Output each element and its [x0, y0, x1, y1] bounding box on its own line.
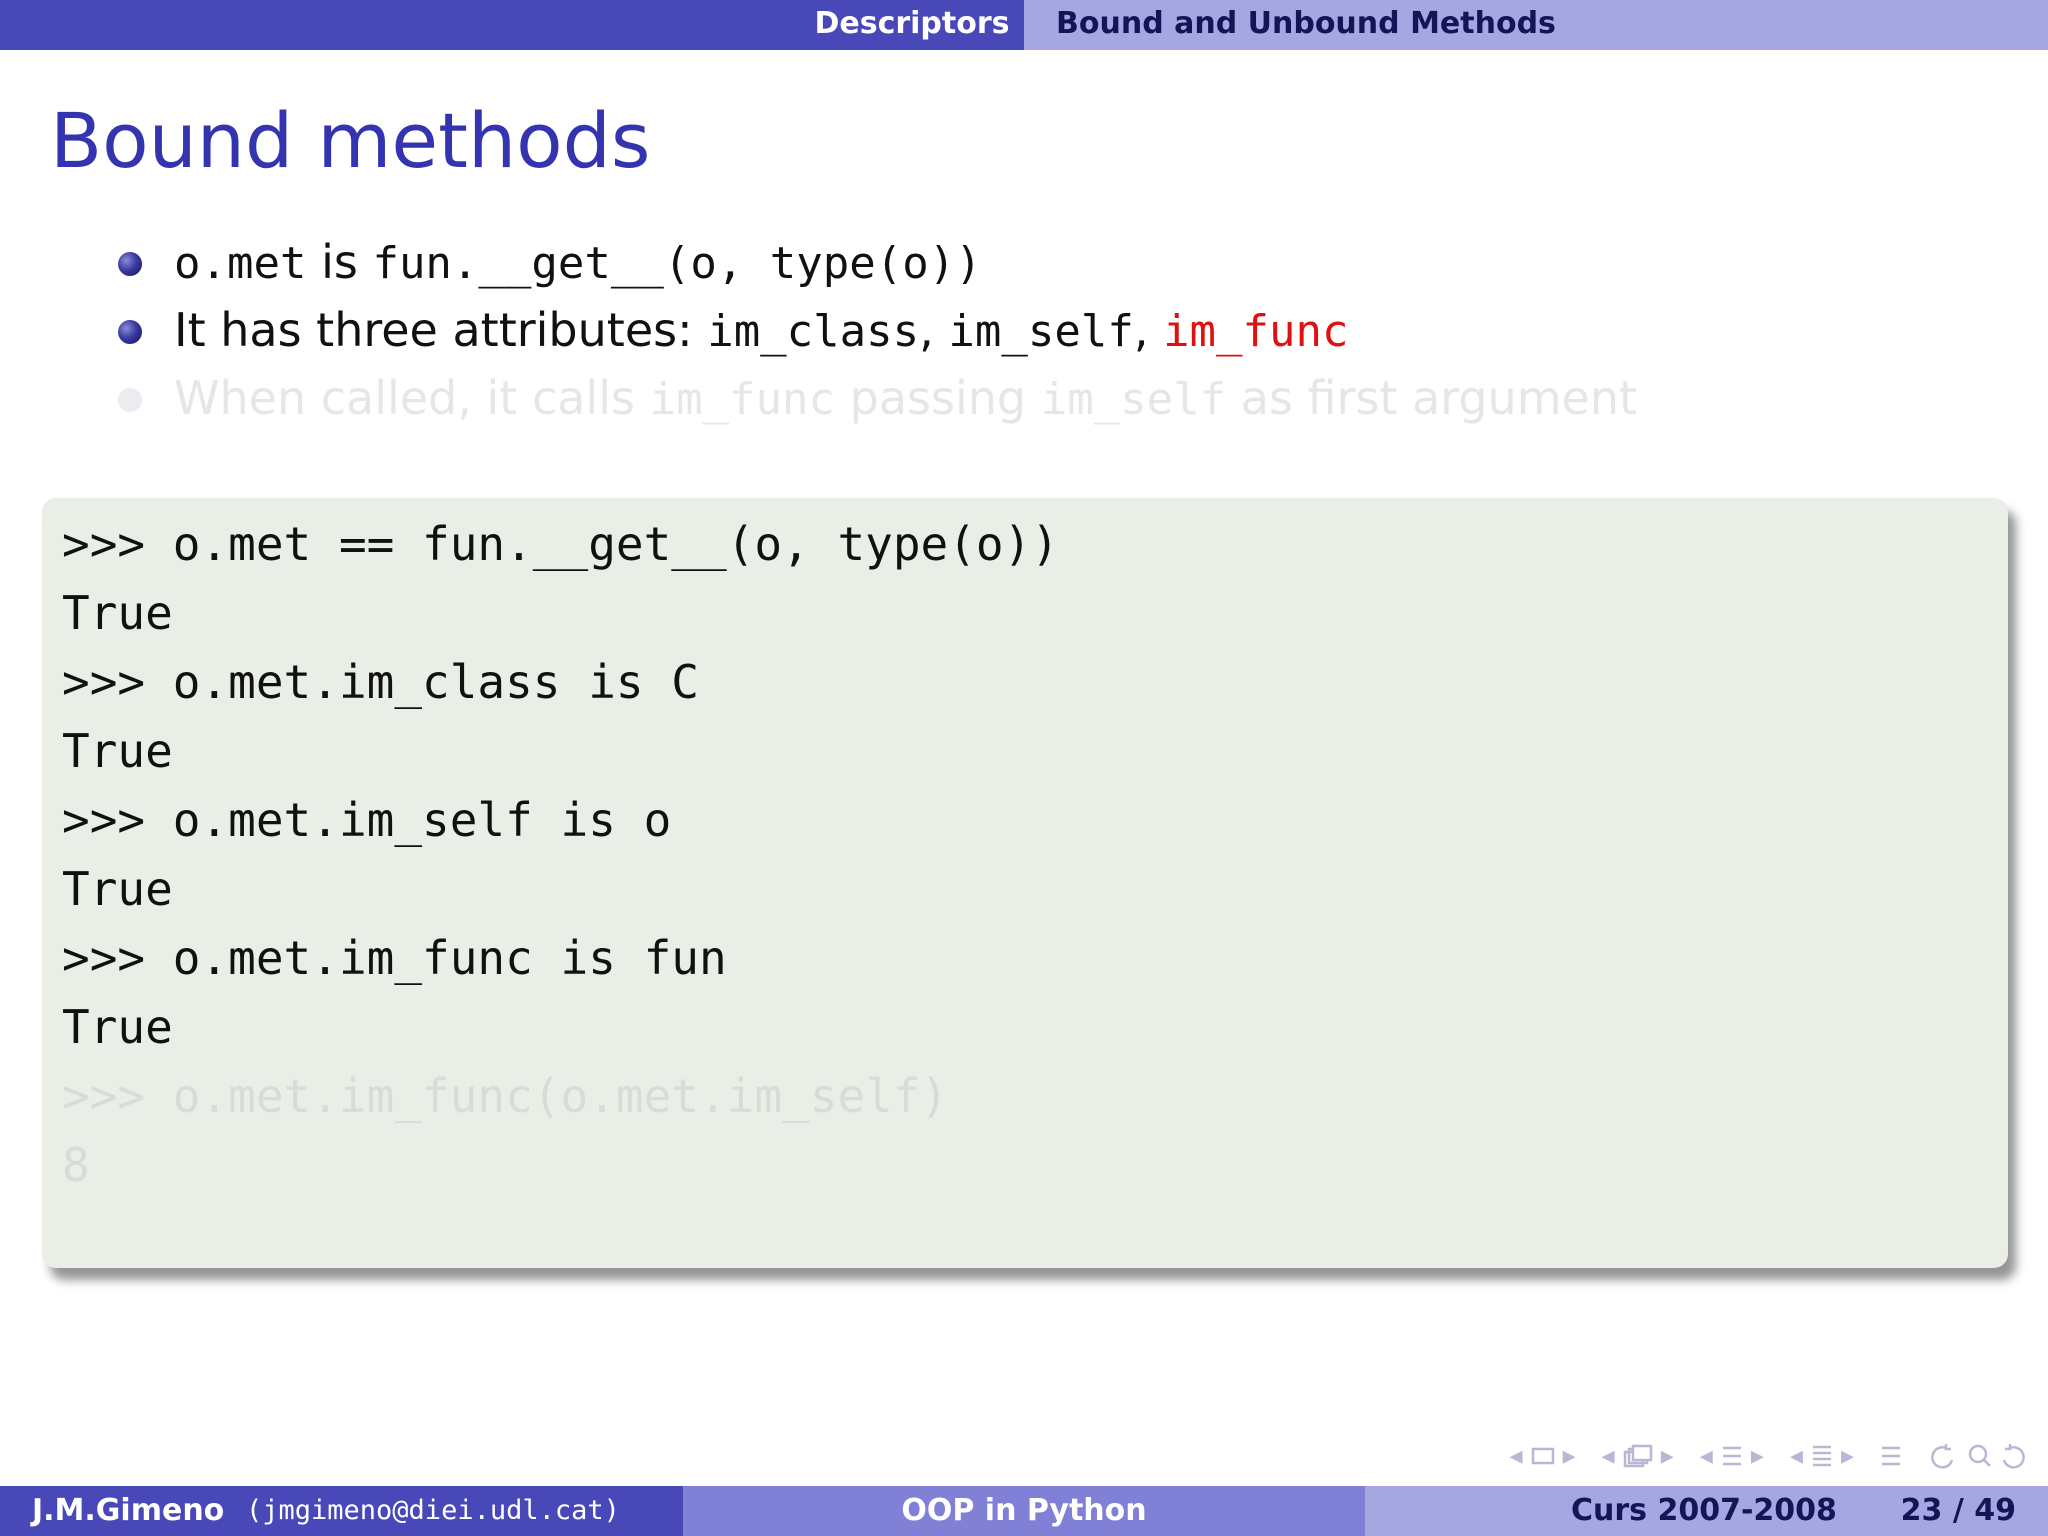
code-line: >>> o.met == fun.__get__(o, type(o)): [62, 517, 1059, 571]
bullet-text: When called, it calls im_func passing im…: [174, 371, 1638, 425]
code-line: >>> o.met.im_class is C: [62, 655, 699, 709]
code-line: >>> o.met.im_func is fun: [62, 931, 727, 985]
footer-page-number: 23 / 49: [1900, 1493, 2016, 1528]
footer-title: OOP in Python: [683, 1486, 1365, 1536]
nav-subsection-bound-unbound[interactable]: Bound and Unbound Methods: [1056, 0, 1556, 50]
outline-icon[interactable]: [1880, 1444, 1902, 1468]
code-lines: >>> o.met == fun.__get__(o, type(o)) Tru…: [62, 514, 1059, 1204]
bullet-text: It has three attributes: im_class, im_se…: [174, 303, 1349, 357]
nav-section-descriptors[interactable]: Descriptors: [800, 0, 1024, 50]
highlighted-attribute: im_func: [1163, 306, 1349, 357]
bullet-marker-icon: [118, 320, 142, 344]
subsection-nav-icon[interactable]: ◂ ▸: [1700, 1441, 1764, 1471]
top-navigation-bar: Descriptors Bound and Unbound Methods: [0, 0, 2048, 50]
footer-bar: J.M.Gimeno (jmgimeno@diei.udl.cat) OOP i…: [0, 1486, 2048, 1536]
footer-author-box: J.M.Gimeno (jmgimeno@diei.udl.cat): [0, 1486, 683, 1536]
bullet-text: o.met is fun.__get__(o, type(o)): [174, 235, 982, 289]
bullet-marker-icon: [118, 388, 142, 412]
code-line-hidden: >>> o.met.im_func(o.met.im_self): [62, 1069, 949, 1123]
code-line: True: [62, 1000, 173, 1054]
code-line: True: [62, 724, 173, 778]
code-line: True: [62, 586, 173, 640]
bullet-marker-icon: [118, 252, 142, 276]
code-line: >>> o.met.im_self is o: [62, 793, 672, 847]
search-icon[interactable]: [1928, 1442, 2028, 1470]
code-line: True: [62, 862, 173, 916]
navigation-symbols: ◂ ▸ ◂ ▸ ◂ ▸ ◂ ▸: [1510, 1436, 2029, 1476]
frame-nav-icon[interactable]: ◂ ▸: [1602, 1441, 1674, 1471]
code-line-hidden: 8: [62, 1138, 90, 1192]
code-block: >>> o.met == fun.__get__(o, type(o)) Tru…: [42, 498, 2008, 1268]
section-nav-icon[interactable]: ◂ ▸: [1790, 1441, 1854, 1471]
footer-email: (jmgimeno@diei.udl.cat): [246, 1495, 620, 1526]
footer-author: J.M.Gimeno: [32, 1493, 225, 1528]
slide-nav-icon[interactable]: ◂ ▸: [1510, 1441, 1576, 1471]
slide-title: Bound methods: [50, 96, 651, 185]
footer-course-box: Curs 2007-2008 23 / 49: [1365, 1486, 2048, 1536]
footer-course: Curs 2007-2008: [1571, 1493, 1837, 1528]
